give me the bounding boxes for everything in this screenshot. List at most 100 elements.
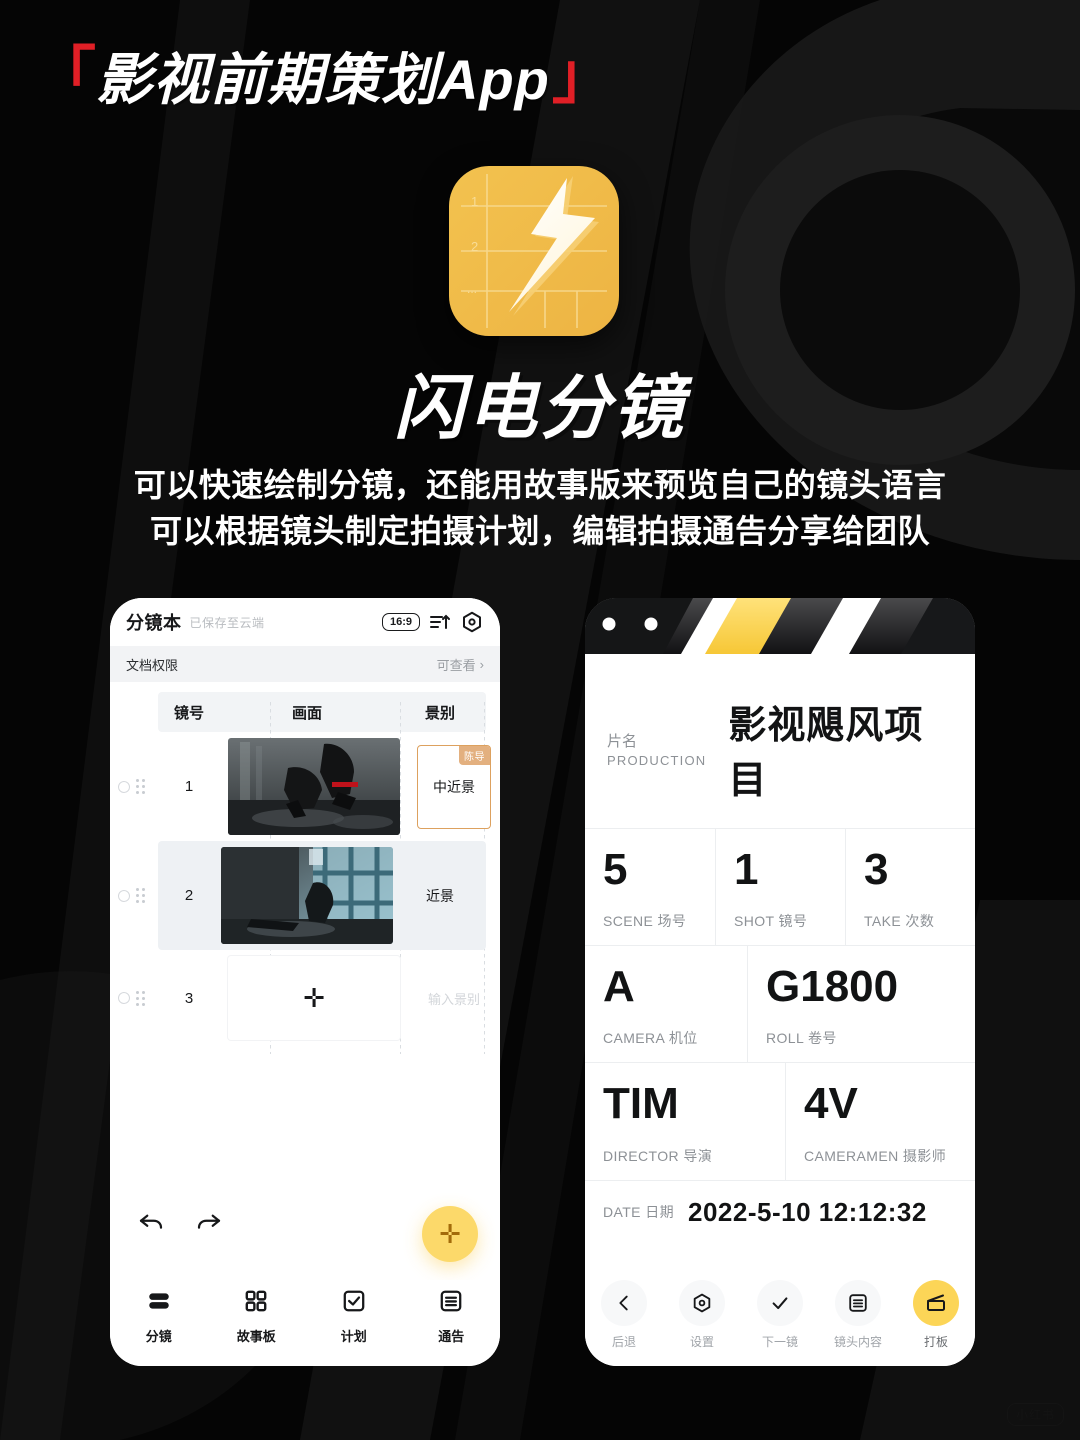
- toolbar-item-shot-content[interactable]: 镜头内容: [819, 1280, 897, 1350]
- row-body: 2 近景: [158, 841, 486, 950]
- list-square-icon: [438, 1288, 464, 1319]
- toolbar-label: 下一镜: [761, 1335, 798, 1349]
- headline-text: 影视前期策划App: [96, 48, 550, 111]
- field-cameramen[interactable]: 4V CAMERAMEN 摄影师: [785, 1063, 975, 1180]
- table-row[interactable]: 2 近景: [118, 841, 486, 950]
- thumbnail-art-alley: [221, 847, 393, 944]
- nav-item-storyboard[interactable]: 分镜: [110, 1288, 208, 1345]
- cell-shot-no: 1: [184, 778, 194, 795]
- sort-ascending-icon[interactable]: [428, 610, 452, 634]
- field-value: A: [603, 962, 635, 1012]
- cell-shot-type[interactable]: 近景: [394, 854, 486, 938]
- storyboard-phone-screenshot: 分镜本 已保存至云端 16:9 文档权限 可查看 › 镜号 画面 景别 1 陈导…: [110, 598, 500, 1366]
- field-scene[interactable]: 5 SCENE 场号: [585, 829, 715, 945]
- toolbar-label: 打板: [923, 1335, 948, 1349]
- field-roll[interactable]: G1800 ROLL 卷号: [747, 946, 975, 1063]
- row-select-circle[interactable]: [118, 889, 130, 902]
- chevron-right-icon: ›: [479, 656, 484, 672]
- field-label: ROLL 卷号: [766, 1030, 837, 1047]
- cell-shot-type[interactable]: 输入景别: [408, 956, 500, 1040]
- field-value: 3: [864, 845, 889, 894]
- cell-frame[interactable]: [220, 841, 394, 950]
- field-label: CAMERA 机位: [603, 1030, 698, 1047]
- desc-line-1: 可以快速绘制分镜，还能用故事版来预览自己的镜头语言: [133, 467, 947, 503]
- check-square-icon: [341, 1288, 367, 1319]
- row-select-circle[interactable]: [118, 992, 130, 1004]
- production-label-en: PRODUCTION: [607, 753, 707, 768]
- drag-handle-icon[interactable]: [136, 990, 145, 1006]
- toolbar-item-next-shot[interactable]: 下一镜: [741, 1280, 819, 1350]
- drag-handle-icon[interactable]: [136, 888, 145, 903]
- svg-text:...: ...: [467, 282, 477, 296]
- row-body: 1 陈导 中近景: [110, 732, 500, 841]
- undo-arrow-icon[interactable]: [136, 1207, 166, 1242]
- field-shot[interactable]: 1 SHOT 镜号: [715, 829, 845, 946]
- cell-frame[interactable]: ✛: [220, 950, 408, 1046]
- svg-text:2: 2: [471, 239, 478, 254]
- toolbar-item-back[interactable]: 后退: [585, 1280, 663, 1350]
- field-label: SHOT 镜号: [734, 913, 808, 930]
- bottom-navigation: 分镜 故事板 计划 通告: [110, 1280, 500, 1366]
- add-shot-fab[interactable]: ✛: [422, 1206, 478, 1262]
- field-date[interactable]: DATE 日期 2022-5-10 12:12:32: [585, 1179, 975, 1242]
- fields-row-director-cameramen: TIM DIRECTOR 导演 4V CAMERAMEN 摄影师: [585, 1062, 975, 1180]
- permission-label: 文档权限: [126, 657, 179, 673]
- svg-text:1: 1: [471, 194, 478, 209]
- row-lead-controls[interactable]: [110, 732, 158, 841]
- field-label: CAMERAMEN 摄影师: [804, 1147, 947, 1164]
- bracket-right: 」: [551, 42, 614, 111]
- document-permission-row[interactable]: 文档权限 可查看 ›: [110, 646, 500, 682]
- toolbar-item-settings[interactable]: 设置: [663, 1280, 741, 1350]
- app-name: 闪电分镜: [394, 369, 686, 447]
- app-icon[interactable]: 1 2 ...: [449, 166, 619, 336]
- poster-description: 可以快速绘制分镜，还能用故事版来预览自己的镜头语言 可以根据镜头制定拍摄计划，编…: [0, 462, 1080, 555]
- bracket-left: 「: [34, 42, 96, 111]
- table-row[interactable]: 3 ✛ 输入景别: [110, 950, 500, 1046]
- nav-item-plan[interactable]: 计划: [305, 1288, 403, 1345]
- drag-handle-icon[interactable]: [136, 779, 145, 794]
- nav-item-callsheet[interactable]: 通告: [403, 1288, 501, 1345]
- column-header-shot-no: 镜号: [173, 704, 204, 722]
- cell-frame[interactable]: [220, 732, 408, 841]
- field-director[interactable]: TIM DIRECTOR 导演: [585, 1063, 785, 1179]
- row-select-circle[interactable]: [118, 780, 130, 793]
- column-header-type: 景别: [424, 704, 455, 722]
- aspect-ratio-badge[interactable]: 16:9: [381, 613, 420, 631]
- storyboard-thumbnail-1[interactable]: [228, 738, 400, 835]
- row-body: 3 ✛ 输入景别: [110, 950, 500, 1046]
- assignee-tag: 陈导: [459, 745, 490, 765]
- field-value: 5: [603, 845, 628, 894]
- nav-label: 故事板: [236, 1329, 276, 1344]
- row-lead-controls[interactable]: [110, 950, 158, 1046]
- cell-shot-type[interactable]: 陈导 中近景: [408, 744, 500, 829]
- shot-type-value: 中近景: [433, 778, 475, 795]
- shot-type-value: 近景: [426, 887, 454, 904]
- fab-plus-icon: ✛: [439, 1219, 461, 1249]
- shot-type-input[interactable]: 近景: [403, 854, 477, 938]
- gear-hex-icon: [679, 1280, 725, 1326]
- production-title: 影视飓风项目: [728, 705, 924, 802]
- table-row[interactable]: 1 陈导 中近景: [110, 732, 500, 841]
- watermark: 小红书: [1006, 1403, 1064, 1426]
- field-value: TIM: [603, 1079, 679, 1129]
- production-row[interactable]: 片名 PRODUCTION 影视飓风项目: [585, 668, 975, 828]
- storyboard-rows-icon: [146, 1288, 172, 1319]
- shot-type-placeholder: 输入景别: [427, 991, 480, 1007]
- field-take[interactable]: 3 TAKE 次数: [845, 829, 975, 946]
- storyboard-thumbnail-2[interactable]: [221, 847, 393, 944]
- permission-value-wrap[interactable]: 可查看 ›: [437, 655, 484, 674]
- app-icon-art: 1 2 ...: [449, 166, 619, 336]
- add-frame-button[interactable]: ✛: [228, 956, 400, 1040]
- row-lead-controls[interactable]: [110, 841, 158, 950]
- clapper-icon: [913, 1280, 959, 1326]
- field-camera[interactable]: A CAMERA 机位: [585, 946, 747, 1062]
- clapperboard-phone-screenshot: 片名 PRODUCTION 影视飓风项目 5 SCENE 场号 1 SHOT 镜…: [585, 598, 975, 1366]
- toolbar-item-clapper[interactable]: 打板: [897, 1280, 975, 1350]
- field-label: DIRECTOR 导演: [603, 1147, 713, 1164]
- gear-hex-icon[interactable]: [460, 610, 484, 634]
- nav-item-story-board[interactable]: 故事板: [208, 1288, 306, 1345]
- shot-type-input-empty[interactable]: 输入景别: [417, 956, 491, 1040]
- redo-arrow-icon[interactable]: [194, 1207, 224, 1242]
- shot-type-input-selected[interactable]: 陈导 中近景: [417, 744, 491, 829]
- field-value: 4V: [804, 1079, 858, 1129]
